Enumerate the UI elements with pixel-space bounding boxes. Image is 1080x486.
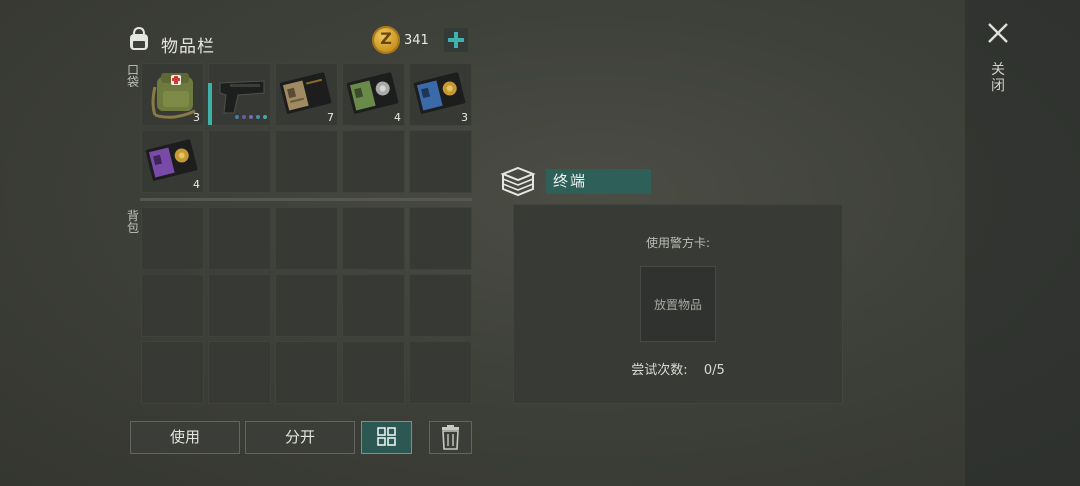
pocket-slot-id-card-tan[interactable]: 7: [275, 63, 338, 126]
section-divider: [140, 198, 472, 201]
item-quantity: 4: [193, 178, 200, 191]
pocket-slot-pistol[interactable]: [208, 63, 271, 126]
backpack-slot[interactable]: [141, 274, 204, 337]
backpack-slot[interactable]: [409, 274, 472, 337]
backpack-slot[interactable]: [409, 207, 472, 270]
pocket-slot-empty[interactable]: [275, 130, 338, 193]
pocket-slot-empty[interactable]: [409, 130, 472, 193]
discard-button[interactable]: [429, 421, 472, 454]
backpack-icon: [126, 26, 152, 52]
grid-icon: [377, 427, 396, 446]
backpack-slot[interactable]: [208, 341, 271, 404]
close-icon: [988, 23, 1008, 43]
use-button[interactable]: 使用: [130, 421, 240, 454]
split-button[interactable]: 分开: [245, 421, 355, 454]
inventory-title: 物品栏: [161, 37, 215, 57]
durability-bar: [208, 83, 212, 125]
backpack-slot[interactable]: [141, 207, 204, 270]
coin-icon: Z: [372, 26, 400, 54]
sort-grid-button[interactable]: [361, 421, 412, 454]
attempts-value: 0/5: [703, 363, 725, 378]
pocket-label: 口袋: [127, 63, 140, 89]
drop-slot-label: 放置物品: [653, 298, 702, 312]
backpack-slot[interactable]: [342, 274, 405, 337]
side-panel-shade: [965, 0, 1080, 486]
item-quantity: 3: [461, 111, 468, 124]
backpack-slot[interactable]: [342, 341, 405, 404]
item-quantity: 3: [193, 111, 200, 124]
pocket-slot-id-card-green[interactable]: 4: [342, 63, 405, 126]
item-quantity: 4: [394, 111, 401, 124]
backpack-slot[interactable]: [275, 274, 338, 337]
pocket-slot-id-card-blue[interactable]: 3: [409, 63, 472, 126]
pocket-slot-first-aid[interactable]: 3: [141, 63, 204, 126]
backpack-slot[interactable]: [275, 341, 338, 404]
attempts-counter: 尝试次数: 0/5: [513, 359, 843, 378]
close-label[interactable]: 关闭: [991, 62, 1005, 94]
backpack-slot[interactable]: [141, 341, 204, 404]
backpack-label: 背包: [127, 209, 140, 235]
add-coins-button[interactable]: [444, 28, 468, 52]
terminal-title: 终端: [546, 169, 651, 194]
pocket-slot-empty[interactable]: [208, 130, 271, 193]
backpack-slot[interactable]: [409, 341, 472, 404]
trash-icon: [442, 425, 459, 450]
use-police-card-label: 使用警方卡:: [645, 236, 711, 250]
close-button[interactable]: [986, 21, 1010, 45]
backpack-slot[interactable]: [275, 207, 338, 270]
backpack-slot[interactable]: [208, 207, 271, 270]
pistol-icon: [219, 80, 267, 119]
item-drop-slot[interactable]: 放置物品: [640, 266, 716, 342]
attempts-label: 尝试次数:: [631, 363, 688, 378]
backpack-slot[interactable]: [342, 207, 405, 270]
terminal-box-icon: [500, 165, 536, 197]
coin-count: 341: [404, 33, 429, 48]
pocket-slot-empty[interactable]: [342, 130, 405, 193]
backpack-slot[interactable]: [208, 274, 271, 337]
pocket-slot-id-card-purple[interactable]: 4: [141, 130, 204, 193]
item-quantity: 7: [327, 111, 334, 124]
